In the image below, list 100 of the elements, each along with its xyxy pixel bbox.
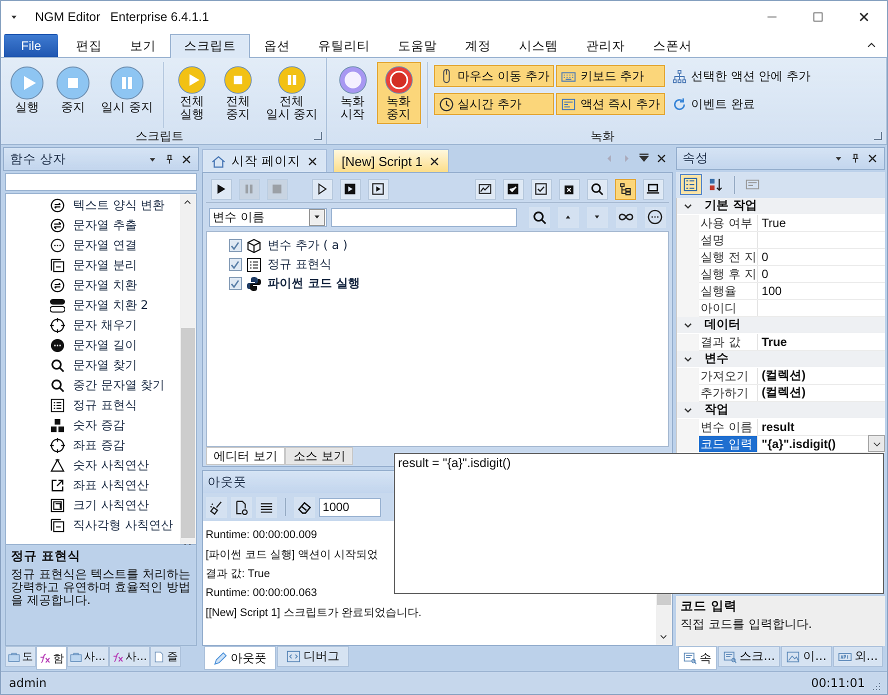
function-item[interactable]: 좌표 사칙연산: [50, 475, 180, 495]
ribbon-small-button[interactable]: 이벤트 완료: [666, 93, 816, 115]
document-tab[interactable]: 시작 페이지: [202, 149, 327, 172]
code-editor-popup[interactable]: result = "{a}".isdigit(): [394, 453, 884, 594]
panel-tab[interactable]: 도: [5, 646, 36, 667]
property-name[interactable]: 결과 값: [698, 334, 758, 350]
ribbon-button[interactable]: 실행: [5, 62, 49, 124]
ribbon-small-button[interactable]: 선택한 액션 안에 추가: [666, 65, 816, 87]
ribbon-button[interactable]: 중지: [51, 62, 95, 124]
dropdown-button[interactable]: [868, 435, 885, 452]
ribbon-tab[interactable]: 관리자: [572, 34, 640, 57]
save-log-button[interactable]: [230, 496, 252, 518]
toolbar-button[interactable]: [312, 178, 333, 200]
dialog-launcher-icon[interactable]: [314, 132, 322, 140]
dialog-launcher-icon[interactable]: [874, 132, 882, 140]
checkbox[interactable]: [228, 258, 242, 271]
checkbox[interactable]: [228, 277, 242, 290]
search-button[interactable]: [528, 206, 550, 228]
function-item[interactable]: 문자열 길이: [50, 335, 180, 355]
view-tab[interactable]: 에디터 보기: [206, 447, 286, 465]
property-name[interactable]: 변수 이름: [698, 418, 758, 434]
panel-tab[interactable]: 사...: [67, 646, 108, 667]
close-icon[interactable]: [180, 154, 192, 164]
ribbon-tab[interactable]: 편집: [62, 34, 116, 57]
ribbon-tab[interactable]: 시스템: [505, 34, 572, 57]
property-name[interactable]: 실행 후 지: [698, 266, 758, 282]
toolbar-button[interactable]: [642, 178, 664, 200]
toolbar-button[interactable]: [368, 178, 389, 200]
function-item[interactable]: 직사각형 사칙연산: [50, 515, 180, 535]
panel-tab[interactable]: 이...: [781, 646, 832, 667]
function-item[interactable]: 문자열 추출: [50, 215, 180, 235]
toolbar-button[interactable]: [474, 178, 496, 200]
clear-button[interactable]: [206, 496, 227, 518]
close-icon[interactable]: [428, 156, 440, 166]
panel-tab[interactable]: 속: [678, 646, 717, 670]
panel-tab[interactable]: 즐: [150, 646, 181, 667]
ribbon-button[interactable]: 일시 중지: [97, 62, 157, 124]
checkbox[interactable]: [228, 239, 242, 252]
function-item[interactable]: 좌표 증감: [50, 435, 180, 455]
property-name[interactable]: 가져오기: [698, 368, 758, 384]
close-icon[interactable]: [867, 153, 878, 164]
function-item[interactable]: 크기 사칙연산: [50, 495, 180, 515]
ribbon-button[interactable]: 전체 실행: [170, 62, 214, 124]
panel-tab[interactable]: 함: [36, 646, 67, 670]
loop-button[interactable]: [616, 206, 637, 228]
tree-item[interactable]: 변수 추가 ( a ): [268, 237, 348, 254]
function-item[interactable]: 중간 문자열 찾기: [50, 375, 180, 395]
scrollbar[interactable]: [180, 194, 196, 544]
ribbon-tab[interactable]: 보기: [116, 34, 170, 57]
ribbon-button[interactable]: 녹화 중지: [376, 62, 421, 124]
ribbon-tab[interactable]: 도움말: [384, 34, 452, 57]
search-field[interactable]: [5, 173, 197, 191]
property-name[interactable]: 실행 전 지: [698, 248, 758, 264]
function-item[interactable]: 텍스트 양식 변환: [50, 195, 180, 215]
toolbar-button[interactable]: [210, 178, 232, 200]
function-item[interactable]: 문자열 연결: [50, 235, 180, 255]
function-item[interactable]: 문자열 찾기: [50, 355, 180, 375]
tree-item[interactable]: 정규 표현식: [268, 256, 332, 273]
ribbon-tab[interactable]: 스크립트: [170, 34, 250, 58]
ribbon-tab[interactable]: 스폰서: [639, 34, 706, 57]
categorized-button[interactable]: [680, 174, 702, 196]
ribbon-tab[interactable]: 계정: [451, 34, 506, 57]
resize-grip-icon[interactable]: [871, 681, 881, 691]
property-name[interactable]: 실행율: [698, 282, 758, 298]
view-tab[interactable]: 소스 보기: [285, 447, 354, 465]
property-name[interactable]: 추가하기: [698, 384, 758, 400]
line-limit-spinner[interactable]: 1000: [318, 498, 381, 516]
toolbar-button[interactable]: [586, 178, 608, 200]
ribbon-small-button[interactable]: 마우스 이동 추가: [434, 65, 554, 87]
ribbon-button[interactable]: 녹화 시작: [330, 62, 375, 124]
function-item[interactable]: 문자열 분리: [50, 255, 180, 275]
panel-tab[interactable]: 아웃풋: [204, 646, 276, 670]
panel-tab[interactable]: 디버그: [276, 646, 349, 667]
document-tab[interactable]: [New] Script 1: [332, 149, 449, 172]
toolbar-button[interactable]: [502, 178, 524, 200]
panel-tab[interactable]: 스크...: [718, 646, 780, 667]
property-name[interactable]: 코드 입력: [698, 436, 758, 452]
wrap-button[interactable]: [256, 496, 277, 518]
filter-field[interactable]: [330, 208, 517, 226]
property-name[interactable]: 사용 여부: [698, 214, 758, 230]
function-item[interactable]: 문자열 치환: [50, 275, 180, 295]
tree-item[interactable]: 파이썬 코드 실행: [268, 275, 360, 292]
toolbar-button[interactable]: [340, 178, 361, 200]
more-button[interactable]: [644, 206, 666, 228]
toolbar-button[interactable]: [558, 178, 580, 200]
close-icon[interactable]: [656, 153, 667, 164]
filter-dropdown[interactable]: 변수 이름: [208, 208, 327, 226]
function-item[interactable]: 정규 표현식: [50, 395, 180, 415]
erase-button[interactable]: [294, 496, 315, 518]
ribbon-small-button[interactable]: 키보드 추가: [556, 65, 665, 87]
ribbon-button[interactable]: 전체 중지: [216, 62, 260, 124]
ribbon-button[interactable]: 전체 일시 중지: [262, 62, 322, 124]
toolbar-button[interactable]: [530, 178, 552, 200]
toolbar-button[interactable]: [614, 178, 636, 200]
function-item[interactable]: 숫자 사칙연산: [50, 455, 180, 475]
function-item[interactable]: 문자열 치환 2: [50, 295, 180, 315]
ribbon-tab[interactable]: 옵션: [250, 34, 304, 57]
pin-icon[interactable]: [850, 153, 861, 164]
caret-down-icon[interactable]: [638, 152, 650, 164]
ribbon-small-button[interactable]: 실시간 추가: [434, 93, 554, 115]
